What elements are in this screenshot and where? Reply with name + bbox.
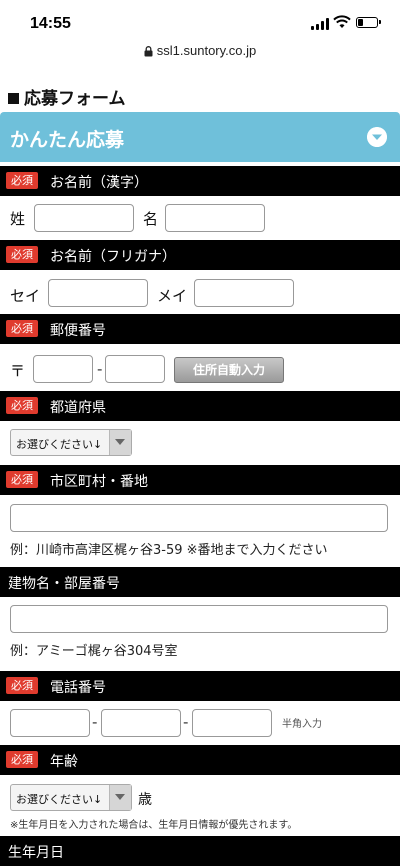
last-name-kana-input[interactable]	[48, 279, 148, 307]
page-title: 応募フォーム	[8, 84, 126, 109]
first-name-label: 名	[143, 210, 159, 228]
age-unit: 歳	[138, 792, 152, 808]
section-label: 都道府県	[50, 400, 106, 416]
last-name-kana-label: セイ	[10, 287, 41, 305]
city-example-text: 例：川崎市高津区梶ヶ谷3-59 ※番地まで入力ください	[10, 543, 328, 558]
address-autofill-button[interactable]: 住所自動入力	[174, 357, 284, 383]
dropdown-arrow-icon	[109, 430, 131, 455]
status-bar: 14:55	[0, 0, 400, 40]
postal-dash: -	[97, 360, 103, 378]
last-name-input[interactable]	[34, 204, 134, 232]
phone-third-input[interactable]	[192, 709, 272, 737]
building-input[interactable]	[10, 605, 388, 633]
battery-level	[358, 19, 363, 26]
section-prefecture: 必須 都道府県	[0, 391, 400, 421]
age-select-value: お選びください↓	[16, 793, 103, 806]
required-badge: 必須	[6, 320, 38, 337]
city-address-input[interactable]	[10, 504, 388, 532]
section-age: 必須 年齢	[0, 745, 400, 775]
section-name-kana: 必須 お名前（フリガナ）	[0, 240, 400, 270]
age-select[interactable]: お選びください↓	[10, 784, 132, 811]
section-label: 郵便番号	[50, 323, 106, 339]
lock-icon	[144, 46, 153, 57]
section-postal: 必須 郵便番号	[0, 314, 400, 344]
section-birthday: 生年月日	[0, 836, 400, 866]
accordion-title: かんたん応募	[10, 129, 125, 151]
section-label: お名前（漢字）	[50, 175, 148, 191]
section-building: 建物名・部屋番号	[0, 567, 400, 597]
phone-first-input[interactable]	[10, 709, 90, 737]
url-text: ssl1.suntory.co.jp	[156, 43, 257, 58]
home-indicator[interactable]	[130, 852, 270, 857]
dropdown-arrow-icon	[109, 785, 131, 810]
battery-icon	[356, 17, 381, 28]
square-bullet-icon	[8, 93, 19, 104]
page-title-text: 応募フォーム	[24, 89, 126, 109]
cellular-signal-icon	[311, 18, 329, 30]
phone-dash: -	[183, 713, 189, 731]
section-label: 建物名・部屋番号	[8, 576, 120, 592]
accordion-header[interactable]: かんたん応募	[0, 112, 400, 162]
section-label: 市区町村・番地	[50, 474, 148, 490]
phone-dash: -	[92, 713, 98, 731]
first-name-kana-label: メイ	[157, 287, 188, 305]
section-label: 生年月日	[8, 845, 64, 861]
address-bar[interactable]: ssl1.suntory.co.jp	[0, 40, 400, 66]
chevron-down-icon[interactable]	[367, 127, 387, 147]
section-phone: 必須 電話番号	[0, 671, 400, 701]
required-badge: 必須	[6, 471, 38, 488]
phone-second-input[interactable]	[101, 709, 181, 737]
required-badge: 必須	[6, 397, 38, 414]
required-badge: 必須	[6, 246, 38, 263]
first-name-input[interactable]	[165, 204, 265, 232]
wifi-icon	[333, 15, 351, 28]
first-name-kana-input[interactable]	[194, 279, 294, 307]
prefecture-select-value: お選びください↓	[16, 438, 103, 451]
section-name-kanji: 必須 お名前（漢字）	[0, 166, 400, 196]
building-example-text: 例：アミーゴ梶ヶ谷304号室	[10, 644, 178, 659]
required-badge: 必須	[6, 751, 38, 768]
section-label: 年齢	[50, 754, 78, 770]
postal-code-second-input[interactable]	[105, 355, 165, 383]
half-width-note: 半角入力	[282, 719, 322, 730]
last-name-label: 姓	[10, 210, 26, 228]
postal-code-first-input[interactable]	[33, 355, 93, 383]
section-label: お名前（フリガナ）	[50, 249, 176, 265]
section-label: 電話番号	[50, 680, 106, 696]
required-badge: 必須	[6, 172, 38, 189]
age-note: ※生年月日を入力された場合は、生年月日情報が優先されます。	[10, 820, 298, 831]
prefecture-select[interactable]: お選びください↓	[10, 429, 132, 456]
postal-mark: 〒	[10, 362, 26, 380]
status-time: 14:55	[30, 15, 71, 32]
required-badge: 必須	[6, 677, 38, 694]
section-city: 必須 市区町村・番地	[0, 465, 400, 495]
